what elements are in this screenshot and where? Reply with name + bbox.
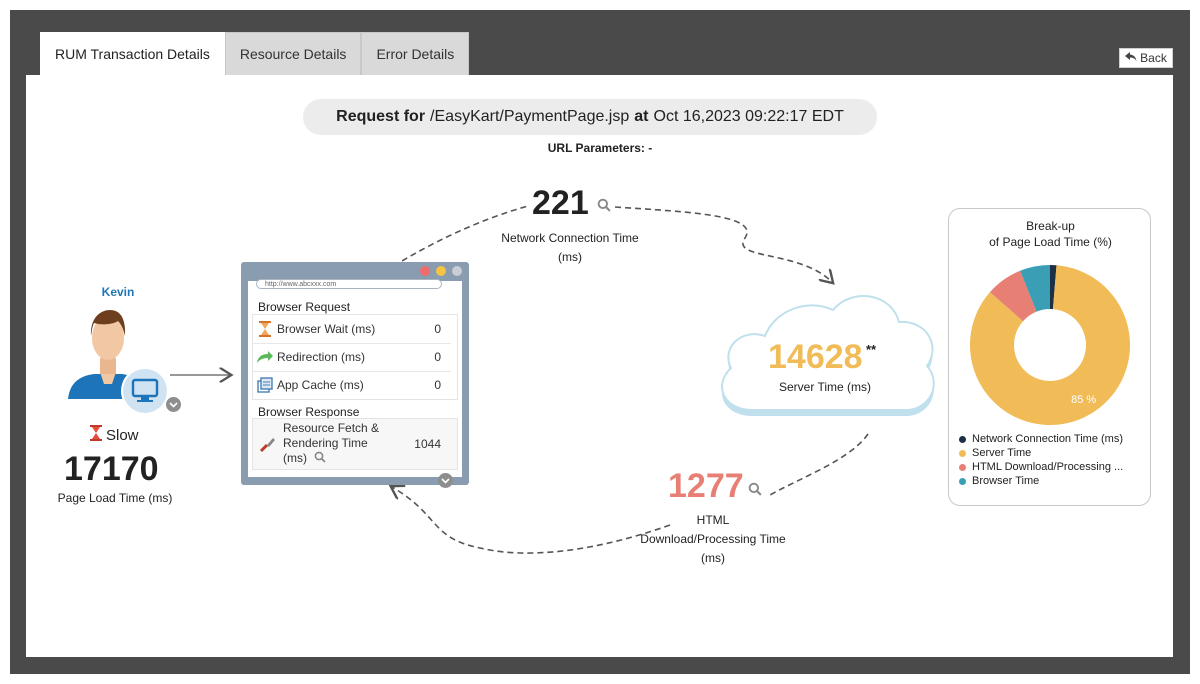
browser-content: http://www.abcxxx.com Browser Request Br… (248, 279, 462, 477)
legend-swatch (959, 463, 966, 471)
url-parameters: URL Parameters: - (547, 141, 653, 155)
user-name: Kevin (101, 285, 135, 299)
legend-item-browser: Browser Time (959, 474, 1123, 488)
redirection-row: Redirection (ms) 0 (253, 343, 451, 372)
hourglass-icon (90, 425, 102, 445)
breakup-card: Break-up of Page Load Time (%) 85 % Netw… (948, 208, 1151, 506)
breakup-title: Break-up of Page Load Time (%) (989, 219, 1112, 249)
server-time-label: Server Time (ms) (778, 380, 871, 394)
legend-swatch (959, 449, 966, 457)
request-prefix: Request for (336, 108, 426, 125)
html-time-label: HTML Download/Processing Time (ms) (640, 513, 786, 565)
resource-fetch-row: Resource Fetch & Rendering Time (ms) 104… (253, 419, 457, 469)
app-cache-row: App Cache (ms) 0 (253, 371, 451, 399)
page-load-time-label: Page Load Time (ms) (57, 491, 173, 505)
browser-wait-row: Browser Wait (ms) 0 (253, 315, 451, 344)
back-button-label: Back (1140, 51, 1167, 65)
back-button[interactable]: Back (1119, 48, 1173, 68)
legend-item-network: Network Connection Time (ms) (959, 432, 1123, 446)
legend-item-server: Server Time (959, 446, 1123, 460)
server-time-value: 14628 (768, 338, 863, 376)
browser-response-box: Resource Fetch & Rendering Time (ms) 104… (252, 418, 458, 470)
request-at: at (634, 108, 649, 125)
address-bar: http://www.abcxxx.com (256, 279, 442, 289)
browser-expand-button[interactable] (438, 473, 453, 488)
browser-request-title: Browser Request (258, 300, 351, 314)
brush-icon (253, 435, 283, 453)
legend-swatch (959, 435, 966, 443)
hourglass-icon (253, 321, 277, 337)
request-time: Oct 16,2023 09:22:17 EDT (653, 108, 844, 125)
window-close-dot (420, 266, 430, 276)
browser-request-box: Browser Wait (ms) 0 Redirection (ms) 0 A… (252, 314, 458, 400)
redirect-arrow-icon (253, 350, 277, 364)
legend-swatch (959, 477, 966, 485)
page-load-time-value: 17170 (64, 450, 159, 488)
request-header: Request for /EasyKart/PaymentPage.jsp at… (303, 99, 877, 135)
network-time-label: Network Connection Time (ms) (501, 231, 639, 264)
user-expand-button[interactable] (166, 397, 181, 412)
back-arrow-icon (1125, 51, 1137, 65)
server-time-footnote: ** (866, 342, 877, 357)
breakup-donut-chart: 85 % (970, 265, 1130, 425)
html-time-value: 1277 (668, 467, 744, 505)
browser-response-title: Browser Response (258, 405, 360, 419)
network-time-value: 221 (532, 184, 589, 222)
chevron-down-icon (166, 397, 181, 412)
chevron-down-icon (438, 473, 453, 488)
window-minimize-dot (436, 266, 446, 276)
browser-window: http://www.abcxxx.com Browser Request Br… (241, 262, 469, 488)
cache-icon (253, 377, 277, 393)
arrow-server-to-html (769, 433, 869, 496)
breakup-legend: Network Connection Time (ms) Server Time… (959, 432, 1123, 488)
legend-item-html: HTML Download/Processing ... (959, 460, 1123, 474)
status-badge: Slow (90, 425, 139, 445)
html-search-icon[interactable] (748, 482, 762, 501)
request-url: /EasyKart/PaymentPage.jsp (430, 108, 630, 125)
donut-data-label-1: 85 % (1071, 394, 1096, 406)
search-icon[interactable] (314, 451, 326, 467)
network-search-icon[interactable] (597, 198, 611, 217)
status-text: Slow (106, 426, 139, 444)
window-maximize-dot (452, 266, 462, 276)
